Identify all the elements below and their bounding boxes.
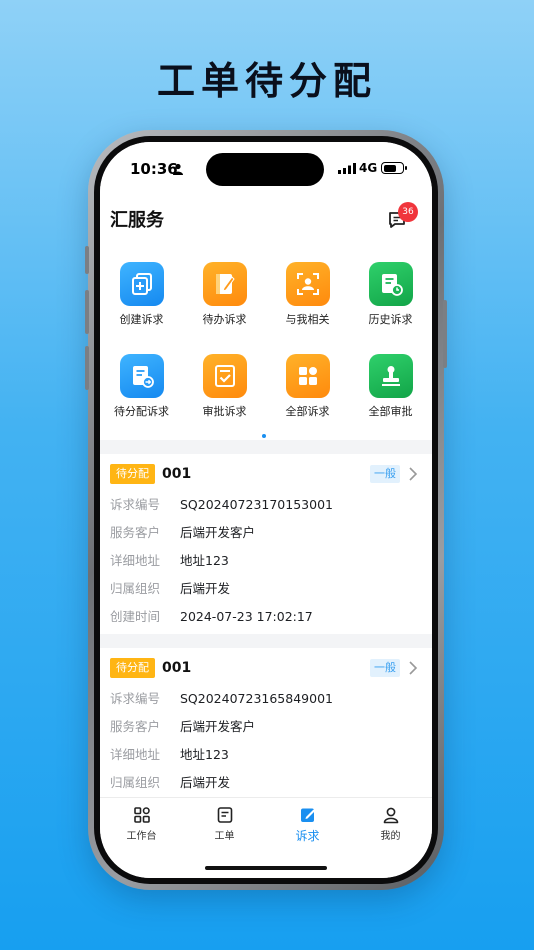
message-count-badge: 36 [398,202,418,222]
chevron-right-icon[interactable] [408,466,418,482]
status-badge: 待分配 [110,464,155,484]
phone-power-button [443,300,447,368]
field-label: 服务客户 [110,719,161,734]
profile-icon [383,807,398,824]
menu-todo-tickets[interactable]: 待办诉求 [183,262,266,327]
approve-check-icon [214,365,235,387]
stamp-icon [381,366,400,386]
menu-history-tickets[interactable]: 历史诉求 [349,262,432,327]
menu-label: 与我相关 [285,313,330,326]
todo-notebook-icon [215,274,235,294]
field-row: 服务客户 后端开发客户 [110,717,422,737]
tab-label: 诉求 [295,829,320,843]
person-icon [173,163,183,175]
phone-screen: 10:36 4G 汇服务 36 创建诉求 待办诉求 与我相关 历史诉求 待分配诉… [100,142,432,878]
tab-appeal[interactable]: 诉求 [266,806,349,844]
field-label: 诉求编号 [110,497,161,512]
appeal-edit-icon [300,808,315,822]
menu-label: 待分配诉求 [114,405,169,418]
field-value: 后端开发 [180,581,231,596]
menu-related-to-me[interactable]: 与我相关 [266,262,349,327]
tab-label: 工单 [214,831,235,842]
ticket-order-number: 001 [162,660,192,676]
grid-squares-icon [298,367,317,385]
app-header: 汇服务 36 [100,196,432,242]
field-value: SQ20240723170153001 [180,497,333,512]
status-time: 10:36 [130,160,178,178]
tab-profile[interactable]: 我的 [349,806,432,842]
ticket-order-number: 001 [162,466,192,482]
workbench-grid-icon [133,807,150,823]
priority-tag: 一般 [370,465,400,483]
ticket-card-header: 待分配 001 一般 [110,464,422,486]
ticket-card[interactable]: 待分配 001 一般 诉求编号 SQ20240723170153001 服务客户… [100,454,432,634]
menu-label: 审批诉求 [202,405,247,418]
ticket-card[interactable]: 待分配 001 一般 诉求编号 SQ20240723165849001 服务客户… [100,648,432,798]
field-row: 归属组织 后端开发 [110,579,422,599]
priority-tag: 一般 [370,659,400,677]
field-row: 创建时间 2024-07-23 17:02:17 [110,607,422,627]
menu-label: 全部诉求 [285,405,330,418]
menu-approval-tickets[interactable]: 审批诉求 [183,354,266,419]
tab-label: 工作台 [126,831,157,842]
field-label: 详细地址 [110,553,161,568]
battery-icon [381,162,407,174]
field-value: 地址123 [180,747,229,762]
phone-volume-up [85,290,89,334]
chevron-right-icon[interactable] [408,660,418,676]
field-value: 后端开发客户 [180,525,256,540]
field-label: 服务客户 [110,525,161,540]
menu-label: 待办诉求 [202,313,247,326]
menu-all-approvals[interactable]: 全部审批 [349,354,432,419]
status-bar: 10:36 4G [100,142,432,196]
cellular-signal-icon [338,163,356,174]
field-label: 归属组织 [110,581,161,596]
menu-label: 历史诉求 [368,313,413,326]
menu-label: 全部审批 [368,405,413,418]
field-label: 详细地址 [110,747,161,762]
create-ticket-icon [131,273,152,295]
field-value: SQ20240723165849001 [180,691,333,706]
field-label: 归属组织 [110,775,161,790]
ticket-card-header: 待分配 001 一般 [110,658,422,680]
field-label: 诉求编号 [110,691,161,706]
dynamic-island [206,153,324,186]
field-row: 归属组织 后端开发 [110,773,422,793]
home-indicator [205,866,327,870]
phone-volume-down [85,346,89,390]
menu-all-tickets[interactable]: 全部诉求 [266,354,349,419]
app-title: 汇服务 [110,210,164,231]
field-row: 详细地址 地址123 [110,745,422,765]
quick-menu: 创建诉求 待办诉求 与我相关 历史诉求 待分配诉求 审批诉求 全部诉求 全部审批 [100,242,432,440]
field-row: 服务客户 后端开发客户 [110,523,422,543]
promo-headline: 工单待分配 [156,59,377,103]
field-value: 2024-07-23 17:02:17 [180,609,313,624]
field-label: 创建时间 [110,609,161,624]
field-row: 详细地址 地址123 [110,551,422,571]
network-type: 4G [359,161,378,175]
tab-label: 我的 [380,831,401,842]
person-scan-icon [296,273,319,295]
menu-create-ticket[interactable]: 创建诉求 [100,262,183,327]
field-value: 地址123 [180,553,229,568]
history-clock-icon [381,274,403,296]
tab-workbench[interactable]: 工作台 [100,806,183,842]
tab-work-order[interactable]: 工单 [183,806,266,842]
status-badge: 待分配 [110,658,155,678]
page-indicator-dot [262,434,266,438]
menu-pending-assignment[interactable]: 待分配诉求 [100,354,183,419]
field-value: 后端开发客户 [180,719,256,734]
field-row: 诉求编号 SQ20240723165849001 [110,689,422,709]
work-order-icon [217,807,232,823]
assign-ticket-icon [132,366,154,388]
field-value: 后端开发 [180,775,231,790]
phone-side-button [85,246,89,274]
field-row: 诉求编号 SQ20240723170153001 [110,495,422,515]
menu-label: 创建诉求 [119,313,164,326]
